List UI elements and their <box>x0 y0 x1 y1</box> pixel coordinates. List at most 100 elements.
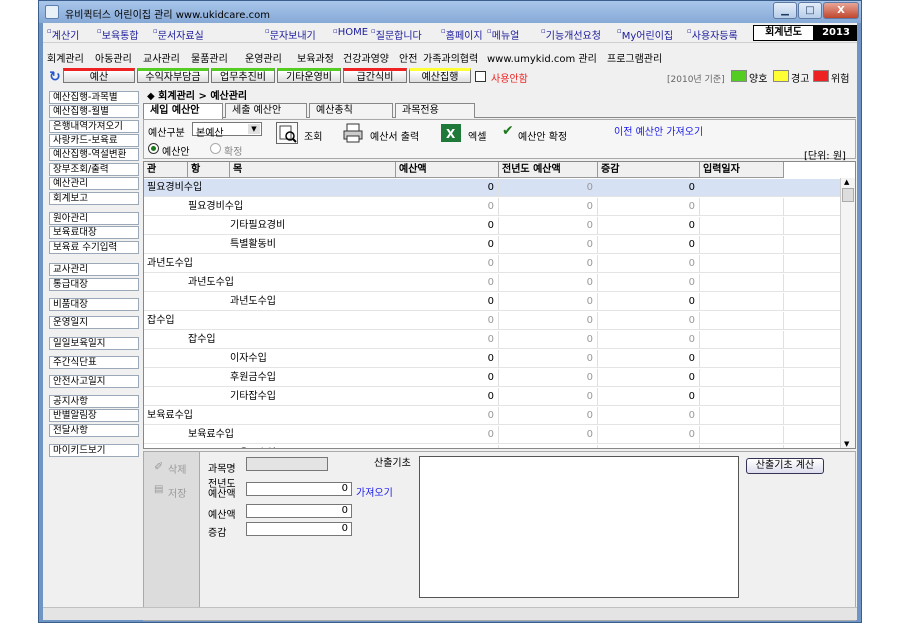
calc-basis-button[interactable]: 산출기초 계산 <box>746 458 824 474</box>
menu-link-2[interactable]: ▫문서자료실 <box>153 27 204 42</box>
sidebar-item-7[interactable]: 회계보고 <box>49 192 139 205</box>
menu-link-5[interactable]: ▫질문합니다 <box>371 27 422 42</box>
sidebar-item-9[interactable]: 보육료대장 <box>49 226 139 239</box>
import-link[interactable]: 가져오기 <box>356 484 393 499</box>
table-row[interactable]: 잡수입 0 0 0 <box>144 331 841 349</box>
subtab-0[interactable]: 세입 예산안 <box>143 103 223 119</box>
main-menu-item-4[interactable]: 운영관리 <box>245 50 282 65</box>
close-button[interactable]: X <box>823 2 859 19</box>
sidebar-item-4[interactable]: 예산집행-역설변환 <box>49 148 139 161</box>
sidebar-item-10[interactable]: 보육료 수기입력 <box>49 241 139 254</box>
radio-confirmed[interactable] <box>210 143 221 154</box>
grid-header-2[interactable]: 목 <box>230 162 396 178</box>
menu-link-6[interactable]: ▫홈페이지 <box>441 27 483 42</box>
main-menu-item-7[interactable]: 안전 <box>399 50 417 65</box>
search-icon[interactable] <box>276 122 298 144</box>
budget-type-select[interactable]: 본예산 ▼ <box>192 122 262 139</box>
main-menu-item-6[interactable]: 건강과영양 <box>343 50 389 65</box>
table-row[interactable]: 과년도수입 0 0 0 <box>144 255 841 273</box>
table-row[interactable]: 잡수입 0 0 0 <box>144 312 841 330</box>
menu-link-3[interactable]: ▫문자보내기 <box>265 27 316 42</box>
sidebar-item-14[interactable]: 운영일지 <box>49 316 139 329</box>
delete-button[interactable]: 삭제 <box>168 461 186 476</box>
grid-scrollbar[interactable]: ▲ ▼ <box>840 178 855 448</box>
sidebar-item-0[interactable]: 예산집행-과목별 <box>49 91 139 104</box>
main-menu-item-8[interactable]: 가족과의협력 <box>423 50 478 65</box>
scroll-down-icon[interactable]: ▼ <box>844 440 849 448</box>
subtab-3[interactable]: 과목전용 <box>395 103 475 118</box>
table-row[interactable]: 과년도수입 0 0 0 <box>144 293 841 311</box>
sidebar-item-3[interactable]: 사랑카드-보육료 <box>49 134 139 147</box>
main-menu-item-2[interactable]: 교사관리 <box>143 50 180 65</box>
subtab-1[interactable]: 세출 예산안 <box>225 103 307 118</box>
change-field[interactable]: 0 <box>246 522 352 536</box>
table-row[interactable]: 기타필요경비 0 0 0 <box>144 217 841 235</box>
sidebar-item-16[interactable]: 주간식단표 <box>49 356 139 369</box>
grid-header-1[interactable]: 항 <box>188 162 230 178</box>
refresh-icon[interactable]: ↻ <box>49 69 61 85</box>
subject-field[interactable] <box>246 457 328 471</box>
main-menu-item-1[interactable]: 아동관리 <box>95 50 132 65</box>
budget-tab-1[interactable]: 수익자부담금 <box>137 68 209 83</box>
budget-tab-0[interactable]: 예산 <box>63 68 135 83</box>
budget-tab-5[interactable]: 예산집행 <box>409 68 471 83</box>
sidebar-item-13[interactable]: 비품대장 <box>49 298 139 311</box>
save-button[interactable]: 저장 <box>168 485 186 500</box>
confirm-budget-button[interactable]: 예산안 확정 <box>518 128 567 143</box>
excel-button[interactable]: 엑셀 <box>468 128 486 143</box>
radio-budget[interactable] <box>148 143 159 154</box>
sidebar-item-20[interactable]: 전달사항 <box>49 424 139 437</box>
sidebar-item-18[interactable]: 공지사항 <box>49 395 139 408</box>
menu-link-4[interactable]: ▫HOME <box>333 27 368 38</box>
sidebar-item-12[interactable]: 통급대장 <box>49 278 139 291</box>
print-budget-button[interactable]: 예산서 출력 <box>370 128 419 143</box>
prev-budget-field[interactable]: 0 <box>246 482 352 496</box>
table-row[interactable]: 과년도수입 0 0 0 <box>144 274 841 292</box>
table-row[interactable]: 이자수입 0 0 0 <box>144 350 841 368</box>
menu-link-8[interactable]: ▫기능개선요청 <box>541 27 601 42</box>
table-row[interactable]: 필요경비수입 0 0 0 <box>144 179 841 197</box>
menu-link-9[interactable]: ▫My어린이집 <box>617 27 673 42</box>
menu-link-7[interactable]: ▫메뉴얼 <box>487 27 519 42</box>
budget-tab-2[interactable]: 업무추진비 <box>211 68 275 83</box>
sidebar-item-1[interactable]: 예산집행-월별 <box>49 105 139 118</box>
table-row[interactable]: 보육료수입000 <box>144 407 841 425</box>
import-previous-link[interactable]: 이전 예산안 가져오기 <box>614 123 703 138</box>
budget-field[interactable]: 0 <box>246 504 352 518</box>
sidebar-item-8[interactable]: 원아관리 <box>49 212 139 225</box>
scroll-up-icon[interactable]: ▲ <box>844 178 849 186</box>
sidebar-item-5[interactable]: 장부조회/출력 <box>49 163 139 176</box>
main-menu-item-3[interactable]: 물품관리 <box>191 50 228 65</box>
main-menu-item-9[interactable]: www.umykid.com 관리 <box>487 50 597 65</box>
table-row[interactable]: 특별활동비 0 0 0 <box>144 236 841 254</box>
scroll-thumb[interactable] <box>842 188 854 202</box>
sidebar-item-21[interactable]: 마이키드보기 <box>49 444 139 457</box>
fiscal-year-value[interactable]: 2013 <box>816 26 856 40</box>
minimize-button[interactable]: ▁ <box>773 2 797 19</box>
printer-icon[interactable] <box>342 122 364 144</box>
budget-tab-3[interactable]: 기타운영비 <box>277 68 341 83</box>
main-menu-item-5[interactable]: 보육과정 <box>297 50 334 65</box>
table-row[interactable]: 보육료수입000 <box>144 426 841 444</box>
table-row[interactable]: 후원금수입 0 0 0 <box>144 369 841 387</box>
search-button[interactable]: 조회 <box>304 128 322 143</box>
maximize-button[interactable]: □ <box>798 2 822 19</box>
table-row[interactable]: 필요경비수입 0 0 0 <box>144 198 841 216</box>
excel-icon[interactable]: X <box>440 122 462 144</box>
grid-header-5[interactable]: 증감 <box>598 162 700 178</box>
menu-link-10[interactable]: ▫사용자등록 <box>687 27 738 42</box>
menu-link-0[interactable]: ▫계산기 <box>47 27 79 42</box>
grid-header-4[interactable]: 전년도 예산액 <box>499 162 598 178</box>
grid-header-6[interactable]: 입력일자 <box>700 162 784 178</box>
grid-header-0[interactable]: 관 <box>144 162 188 178</box>
usage-checkbox[interactable] <box>475 71 486 82</box>
menu-link-1[interactable]: ▫보육통합 <box>97 27 139 42</box>
budget-tab-4[interactable]: 급간식비 <box>343 68 407 83</box>
main-menu-item-0[interactable]: 회계관리 <box>47 50 84 65</box>
grid-header-3[interactable]: 예산액 <box>396 162 499 178</box>
sidebar-item-15[interactable]: 일일보육일지 <box>49 337 139 350</box>
subtab-2[interactable]: 예산총칙 <box>309 103 393 118</box>
main-menu-item-10[interactable]: 프로그램관리 <box>607 50 662 65</box>
sidebar-item-2[interactable]: 은행내역가져오기 <box>49 120 139 133</box>
table-row[interactable]: 보육료수입000 <box>144 445 841 448</box>
